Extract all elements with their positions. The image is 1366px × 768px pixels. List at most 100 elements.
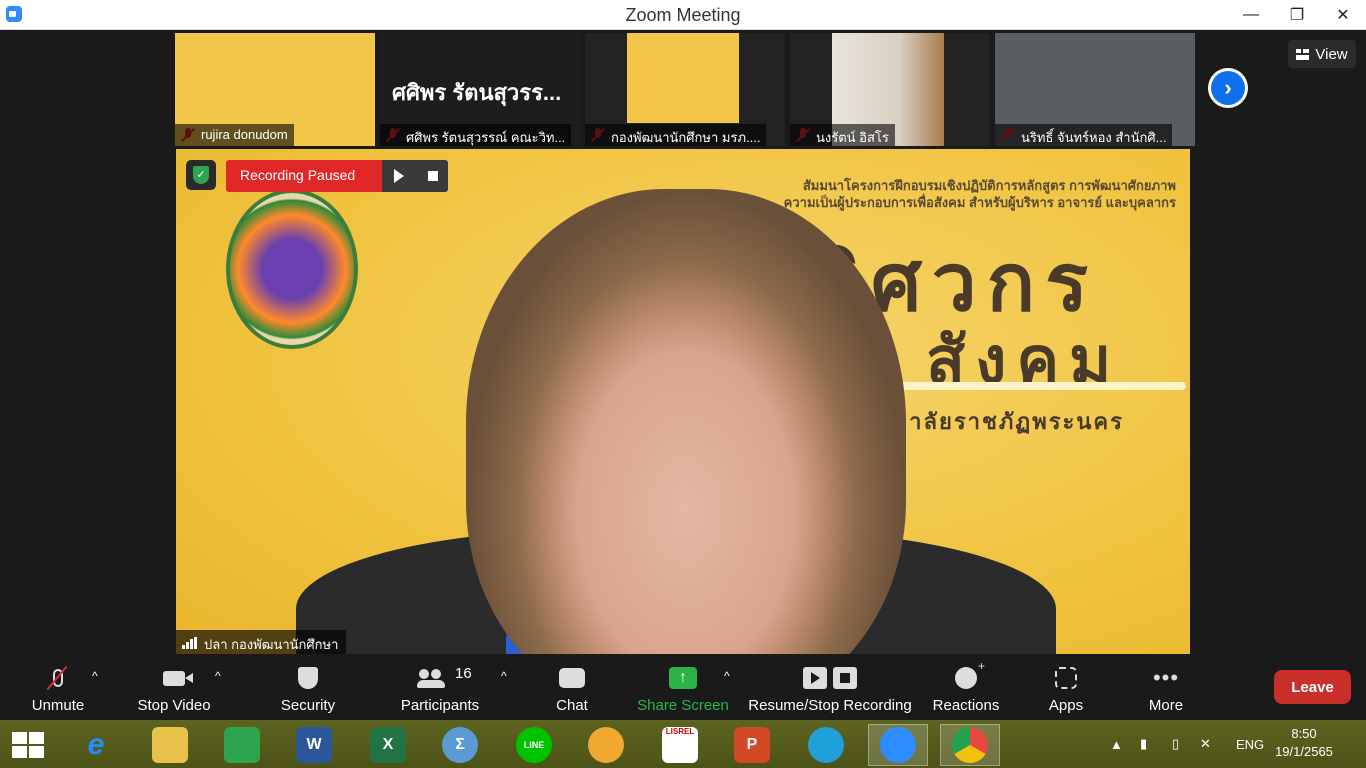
language-indicator[interactable]: ENG [1236, 720, 1264, 768]
view-button[interactable]: View [1288, 40, 1356, 68]
chat-icon [559, 668, 585, 688]
participant-tile[interactable]: ศศิพร รัตนสุวรร... ศศิพร รัตนสุวรรณ์ คณะ… [380, 33, 580, 146]
line-app[interactable]: LINE [504, 724, 564, 766]
start-button[interactable] [12, 732, 46, 758]
recording-status-label: Recording Paused [240, 167, 356, 183]
stop-recording-icon[interactable] [428, 171, 438, 181]
participant-tile[interactable]: นงรัตน์ อิสโร [790, 33, 990, 146]
window-title: Zoom Meeting [625, 5, 741, 25]
recording-controls [382, 160, 448, 192]
store-icon [224, 727, 260, 763]
battery-icon[interactable]: ▯ [1172, 720, 1179, 768]
line-icon: LINE [516, 727, 552, 763]
tray-expand-icon[interactable]: ▲ [1110, 720, 1123, 768]
network-icon[interactable]: ▮ [1140, 720, 1147, 768]
reactions-label: Reactions [932, 697, 1000, 714]
recording-status-bar: Recording Paused [226, 160, 448, 192]
share-screen-button[interactable]: ↑ Share Screen [636, 657, 730, 720]
zoom-taskbar-app[interactable] [868, 724, 928, 766]
unmute-label: Unmute [31, 697, 85, 714]
share-screen-icon: ↑ [669, 667, 697, 689]
excel-icon: X [370, 727, 406, 763]
audio-options-caret-icon[interactable]: ^ [92, 669, 98, 683]
close-button[interactable]: ✕ [1320, 0, 1366, 30]
internet-explorer-icon: e [87, 728, 105, 761]
stop-video-label: Stop Video [137, 697, 211, 714]
participants-options-caret-icon[interactable]: ^ [501, 669, 507, 683]
participants-button[interactable]: 16 Participants [395, 657, 485, 720]
internet-explorer-app[interactable]: e [66, 724, 126, 766]
paint-palette-icon [588, 727, 624, 763]
word-app[interactable]: W [284, 724, 344, 766]
share-screen-label: Share Screen [637, 697, 729, 714]
excel-app[interactable]: X [358, 724, 418, 766]
lisrel-icon: LISREL [662, 727, 698, 763]
chat-label: Chat [556, 697, 588, 714]
reactions-button[interactable]: Reactions [928, 657, 1004, 720]
more-button[interactable]: ••• More [1136, 657, 1196, 720]
calculator-app[interactable]: Σ [430, 724, 490, 766]
volume-muted-icon[interactable]: ✕ [1200, 720, 1211, 768]
stop-video-button[interactable]: Stop Video [130, 657, 218, 720]
meeting-area: rujira donudom ศศิพร รัตนสุวรร... ศศิพร … [0, 30, 1366, 657]
participant-name: นงรัตน์ อิสโร [790, 124, 895, 146]
maximize-button[interactable]: ❐ [1274, 0, 1320, 30]
powerpoint-app[interactable]: P [722, 724, 782, 766]
chevron-right-icon: › [1211, 71, 1245, 105]
zoom-icon [880, 727, 916, 763]
share-options-caret-icon[interactable]: ^ [724, 669, 730, 683]
chat-button[interactable]: Chat [540, 657, 604, 720]
clock-time: 8:50 [1291, 726, 1317, 741]
participant-tile[interactable]: นริทธิ์ จันทร์หอง สำนักศิ... [995, 33, 1195, 146]
speaker-face [466, 189, 906, 654]
folder-icon [152, 727, 188, 763]
edge-app[interactable] [796, 724, 856, 766]
view-label: View [1315, 45, 1348, 63]
participant-name: rujira donudom [175, 124, 294, 146]
file-explorer-app[interactable] [140, 724, 200, 766]
participant-name: นริทธิ์ จันทร์หอง สำนักศิ... [995, 124, 1173, 146]
camera-icon [163, 670, 193, 686]
resume-recording-icon[interactable] [394, 169, 404, 183]
minimize-button[interactable]: — [1228, 0, 1274, 30]
participant-tile[interactable]: กองพัฒนานักศึกษา มรภ.... [585, 33, 785, 146]
participants-label: Participants [400, 697, 480, 714]
store-app[interactable] [212, 724, 272, 766]
resume-stop-recording-label: Resume/Stop Recording [748, 697, 912, 714]
meeting-toolbar: Unmute ^ Stop Video ^ Security 16 Partic… [0, 657, 1366, 720]
chrome-icon [952, 727, 988, 763]
word-icon: W [296, 727, 332, 763]
security-button[interactable]: Security [270, 657, 346, 720]
resume-stop-recording-button[interactable]: Resume/Stop Recording [745, 657, 915, 720]
paint-app[interactable] [576, 724, 636, 766]
university-logo [226, 189, 358, 349]
lisrel-app[interactable]: LISREL [650, 724, 710, 766]
security-shield-icon[interactable]: ✓ [186, 160, 216, 190]
participants-count: 16 [455, 665, 472, 682]
more-icon: ••• [1152, 665, 1180, 690]
clock-date: 19/1/2565 [1275, 744, 1333, 759]
leave-button[interactable]: Leave [1274, 670, 1351, 704]
video-options-caret-icon[interactable]: ^ [215, 669, 221, 683]
participants-icon [417, 669, 445, 688]
recording-controls-icon [803, 667, 857, 689]
participant-name: ศศิพร รัตนสุวรรณ์ คณะวิท... [380, 124, 572, 146]
apps-button[interactable]: Apps [1036, 657, 1096, 720]
active-speaker-video: สัมมนาโครงการฝึกอบรมเชิงปฏิบัติการหลักสู… [176, 149, 1190, 654]
chrome-app[interactable] [940, 724, 1000, 766]
taskbar-clock[interactable]: 8:50 19/1/2565 [1272, 725, 1336, 761]
more-label: More [1148, 697, 1184, 714]
background-title-line2: สังคม [926, 324, 1122, 396]
next-page-button[interactable]: › [1208, 68, 1248, 108]
calculator-icon: Σ [442, 727, 478, 763]
apps-label: Apps [1048, 697, 1084, 714]
edge-icon [808, 727, 844, 763]
unmute-button[interactable]: Unmute [20, 657, 96, 720]
windows-taskbar: e W X Σ LINE LISREL P ▲ ▮ ▯ ✕ ENG 8:50 1… [0, 720, 1366, 768]
shield-icon [298, 667, 318, 689]
participant-tile[interactable]: rujira donudom [175, 33, 375, 146]
powerpoint-icon: P [734, 727, 770, 763]
signal-strength-icon [182, 637, 198, 649]
speaker-name: ปลา กองพัฒนานักศึกษา [204, 637, 339, 652]
participant-display-name: ศศิพร รัตนสุวรร... [392, 80, 562, 105]
